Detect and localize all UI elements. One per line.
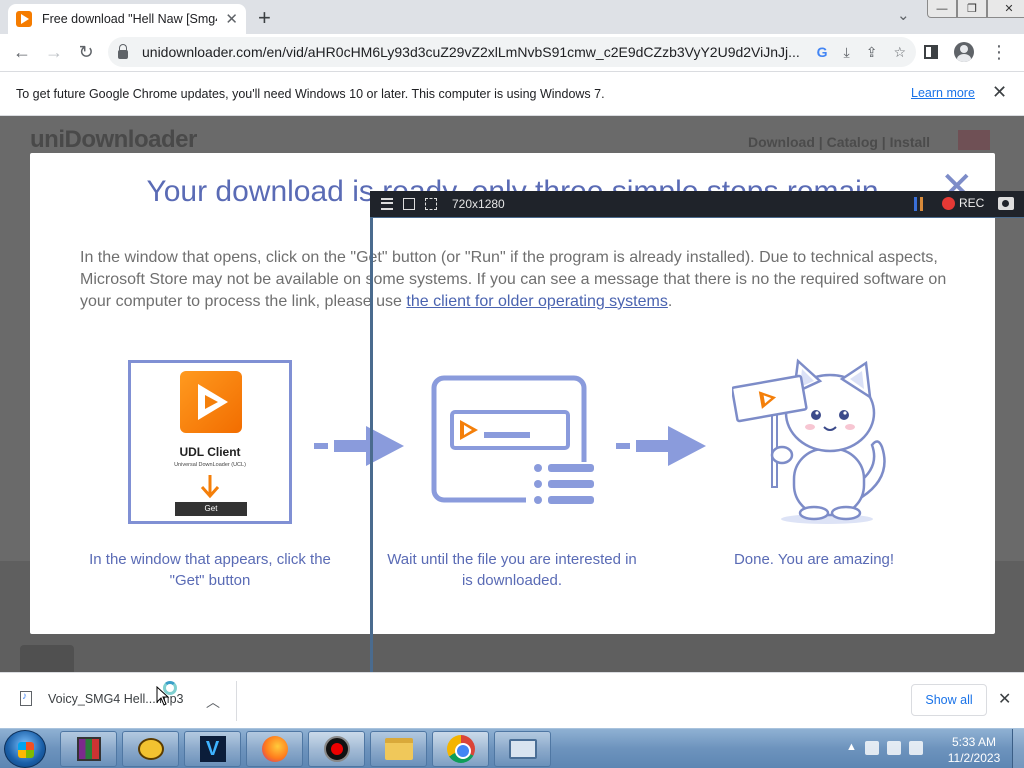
video-editor-icon: V <box>199 736 226 762</box>
step1-line1: In the window that appears, click the <box>89 551 331 568</box>
bookmark-star-icon[interactable]: ☆ <box>893 44 906 61</box>
infobar-message: To get future Google Chrome updates, you… <box>16 86 605 101</box>
back-icon[interactable]: ← <box>6 42 38 63</box>
share-icon[interactable]: ⇪ <box>866 44 878 61</box>
restore-icon[interactable]: ❐ <box>957 0 987 18</box>
site-logo[interactable]: uniDownloader <box>30 126 197 154</box>
cat-mascot-icon <box>732 358 886 524</box>
downloads-close-icon[interactable]: ✕ <box>998 689 1011 709</box>
download-ready-modal: Your download is ready, only three simpl… <box>30 153 995 634</box>
window-controls: — ❐ ✕ <box>927 0 1024 18</box>
update-infobar: To get future Google Chrome updates, you… <box>0 71 1024 116</box>
google-translate-icon[interactable]: G <box>817 44 828 61</box>
audio-file-icon <box>20 691 32 706</box>
tab-search-chevron-icon[interactable]: ⌄ <box>897 6 910 24</box>
profile-avatar-icon[interactable] <box>954 42 974 62</box>
forward-icon[interactable]: → <box>38 42 70 63</box>
menu-kebab-icon[interactable]: ⋮ <box>990 43 1008 61</box>
windows-taskbar: V ▲ 5:33 AM 11/2/2023 <box>0 728 1024 768</box>
show-desktop-button[interactable] <box>1012 729 1024 768</box>
download-options-chevron-icon[interactable]: ︿ <box>206 692 220 712</box>
screenshot-camera-icon[interactable] <box>998 197 1014 210</box>
reload-icon[interactable]: ↻ <box>70 42 102 63</box>
start-button[interactable] <box>4 730 46 768</box>
step2-line1: Wait until the file you are interested i… <box>387 551 637 568</box>
taskbar-recorder[interactable] <box>308 731 365 767</box>
udl-client-card: UDL Client Universal DownLoader (UCL) Ge… <box>128 360 292 524</box>
tab-title: Free download "Hell Naw [Smg4 <box>42 12 218 26</box>
clock-time: 5:33 AM <box>951 735 997 749</box>
tab-close-icon[interactable]: ✕ <box>225 10 238 28</box>
url-text[interactable]: unidownloader.com/en/vid/aHR0cHM6Ly93d3c… <box>142 44 809 60</box>
udl-get-button: Get <box>175 502 247 516</box>
recorder-region-icon[interactable] <box>425 198 437 210</box>
download-arrow-icon <box>200 475 220 499</box>
show-all-button[interactable]: Show all <box>911 684 987 716</box>
omnibox-actions: G ⤓ ⇪ ☆ <box>817 44 906 61</box>
taskbar-winrar[interactable] <box>60 731 117 767</box>
step2-caption: Wait until the file you are interested i… <box>372 549 652 591</box>
downloads-bar: Voicy_SMG4 Hell....mp3 ︿ Show all ✕ <box>0 672 1024 728</box>
tray-flag-icon[interactable] <box>864 741 879 755</box>
tray-expand-icon[interactable]: ▲ <box>846 741 857 755</box>
step-arrow-icon <box>616 426 706 466</box>
minimize-icon[interactable]: — <box>927 0 957 18</box>
audio-level-icon <box>914 197 923 211</box>
taskbar-bee-app[interactable] <box>122 731 179 767</box>
keyboard-icon <box>508 739 537 759</box>
taskbar-explorer[interactable] <box>370 731 427 767</box>
site-nav[interactable]: Download | Catalog | Install <box>748 134 930 150</box>
language-flag-icon[interactable] <box>958 130 990 150</box>
udl-card-title: UDL Client <box>179 445 241 459</box>
taskbar-firefox[interactable] <box>246 731 303 767</box>
taskbar-video-editor[interactable]: V <box>184 731 241 767</box>
step2-line2: is downloaded. <box>461 572 563 589</box>
udl-logo-icon <box>180 371 242 433</box>
folder-icon <box>384 738 413 760</box>
install-app-icon[interactable]: ⤓ <box>844 44 850 61</box>
chrome-icon <box>446 735 475 763</box>
older-os-client-link[interactable]: the client for older operating systems <box>406 293 667 310</box>
tray-network-icon[interactable] <box>886 741 901 755</box>
screen-recorder-icon <box>323 736 350 762</box>
taskbar-onscreen-keyboard[interactable] <box>494 731 551 767</box>
downloading-window-icon <box>431 375 596 510</box>
record-label[interactable]: REC <box>959 196 984 210</box>
recorder-menu-icon[interactable] <box>381 198 393 210</box>
browser-toolbar: ← → ↻ unidownloader.com/en/vid/aHR0cHM6L… <box>0 34 1024 71</box>
unidownloader-favicon <box>16 11 32 27</box>
tab-active[interactable]: Free download "Hell Naw [Smg4 ✕ <box>8 4 246 34</box>
new-tab-icon[interactable]: + <box>258 5 271 31</box>
udl-card-subtitle: Universal DownLoader (UCL) <box>174 462 246 468</box>
page-thumbnail-icon <box>20 645 74 672</box>
system-tray: ▲ <box>846 741 923 755</box>
bee-app-icon <box>137 738 164 760</box>
tray-volume-icon[interactable] <box>908 741 923 755</box>
taskbar-clock[interactable]: 5:33 AM 11/2/2023 <box>944 734 1004 766</box>
learn-more-link[interactable]: Learn more <box>911 86 975 100</box>
clock-date: 11/2/2023 <box>947 751 1001 765</box>
step-arrow-icon <box>314 426 404 466</box>
recorder-size: 720x1280 <box>452 197 505 211</box>
recorder-fullscreen-icon[interactable] <box>403 198 415 210</box>
taskbar-chrome[interactable] <box>432 731 489 767</box>
downloads-divider <box>236 681 237 721</box>
step1-caption: In the window that appears, click the "G… <box>80 549 340 591</box>
close-window-icon[interactable]: ✕ <box>987 0 1024 18</box>
tab-strip: Free download "Hell Naw [Smg4 ✕ + ⌄ — ❐ … <box>0 0 1024 34</box>
description-end: . <box>667 293 673 310</box>
step3-line1: Done. You are amazing! <box>733 551 895 568</box>
modal-description: In the window that opens, click on the "… <box>80 247 950 313</box>
address-bar[interactable]: unidownloader.com/en/vid/aHR0cHM6Ly93d3c… <box>108 37 916 67</box>
lock-icon[interactable] <box>118 43 128 59</box>
busy-spinner-icon <box>163 681 177 695</box>
winrar-icon <box>76 737 101 761</box>
firefox-icon <box>261 736 288 762</box>
infobar-close-icon[interactable]: ✕ <box>992 82 1007 103</box>
record-dot-icon[interactable] <box>942 197 955 210</box>
side-panel-icon[interactable] <box>924 45 938 59</box>
toolbar-right: ⋮ <box>924 42 1008 62</box>
step1-line2: "Get" button <box>169 572 251 589</box>
step3-caption: Done. You are amazing! <box>702 549 926 570</box>
